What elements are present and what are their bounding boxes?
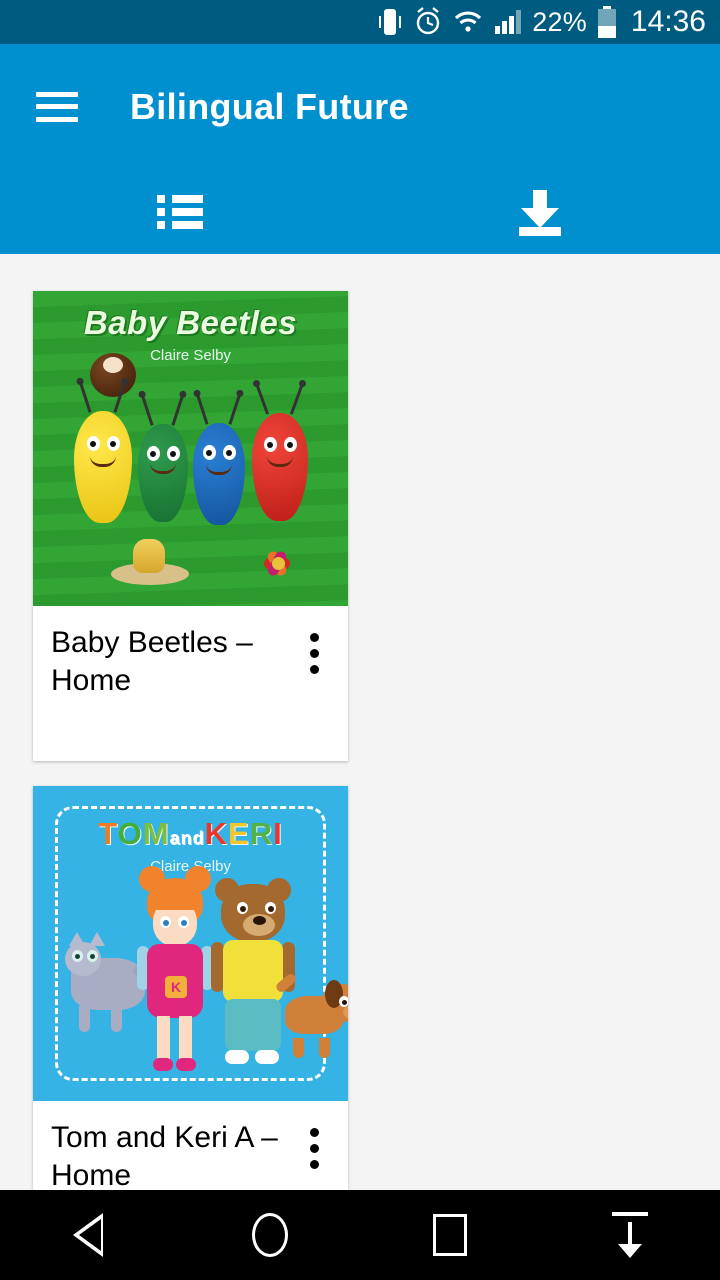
bug-face (103, 357, 123, 373)
cat-character (65, 932, 159, 1032)
recents-button[interactable] (360, 1214, 540, 1256)
beetle-eyes (252, 436, 308, 452)
list-icon-row-2 (157, 207, 203, 216)
tab-bar (0, 169, 720, 262)
home-icon (252, 1213, 288, 1257)
caterpillar-character (133, 539, 165, 573)
status-bar: 22% 14:36 (0, 0, 720, 44)
content-area: Baby Beetles Claire Selby Baby Beetles –… (0, 254, 720, 1190)
list-icon (157, 194, 203, 229)
back-icon (73, 1213, 107, 1257)
battery-icon (597, 6, 616, 38)
app-bar-top-row: Bilingual Future (0, 44, 720, 169)
card-footer: Tom and Keri A – Home (33, 1101, 348, 1190)
status-icons (377, 7, 522, 37)
battery-percent-label: 22% (532, 6, 587, 37)
download-icon (516, 188, 564, 236)
home-button[interactable] (180, 1213, 360, 1257)
beetle-blue (193, 395, 245, 525)
list-icon-row-1 (157, 194, 203, 203)
navigation-bar (0, 1190, 720, 1280)
vibrate-icon (379, 9, 402, 35)
logo-letter-t: T (98, 816, 118, 851)
more-vertical-icon[interactable] (296, 1123, 332, 1173)
logo-letter-m: M (142, 816, 170, 851)
girl-character: K (137, 866, 213, 1078)
card-title: Tom and Keri A – Home (51, 1121, 278, 1190)
cover-baby-beetles: Baby Beetles Claire Selby (33, 291, 348, 606)
clock-label: 14:36 (630, 5, 706, 38)
logo-letter-o: O (117, 816, 143, 851)
phone-screen: 22% 14:36 Bilingual Future Baby Beetles … (0, 0, 720, 1280)
beetle-eyes (138, 445, 188, 461)
beetle-eyes (74, 435, 132, 451)
beetle-red (252, 385, 308, 521)
app-bar: Bilingual Future (0, 44, 720, 262)
signal-icon (495, 10, 522, 34)
cover-tom-and-keri-a: TOMandKERI Claire Selby K (33, 786, 348, 1101)
flower-decoration (248, 541, 306, 585)
logo-letter-i: I (273, 816, 283, 851)
download-arrow-base (519, 226, 561, 236)
cover-author: Claire Selby (150, 347, 231, 364)
beetle-smile (90, 456, 116, 467)
hide-navbar-icon (610, 1212, 650, 1258)
logo-letter-k: K (204, 816, 229, 851)
logo-letter-e: E (228, 816, 250, 851)
back-button[interactable] (0, 1213, 180, 1257)
recents-icon (433, 1214, 467, 1256)
hamburger-menu-icon[interactable] (36, 91, 78, 122)
hamburger-line-3 (36, 116, 78, 122)
beetle-smile (206, 464, 232, 475)
beetle-eyes (193, 445, 245, 461)
logo-letter-r: R (249, 816, 274, 851)
cover-logo: Baby Beetles (83, 304, 298, 341)
hamburger-line-1 (36, 91, 78, 97)
alarm-icon (417, 7, 440, 35)
card-footer: Baby Beetles – Home (33, 606, 348, 761)
list-icon-row-3 (157, 220, 203, 229)
beetle-yellow (74, 383, 132, 523)
beetle-green (138, 396, 188, 522)
beetle-smile (150, 463, 176, 475)
card-title: Baby Beetles – Home (51, 626, 253, 698)
dog-character (274, 972, 348, 1058)
cover-logo: TOMandKERI (33, 816, 348, 852)
tab-library[interactable] (0, 169, 360, 254)
hide-navbar-button[interactable] (540, 1212, 720, 1258)
logo-word-and: and (169, 828, 205, 848)
download-arrow-head (521, 207, 559, 228)
page-title: Bilingual Future (130, 85, 409, 127)
tab-downloads[interactable] (360, 169, 720, 262)
bug-character (90, 353, 136, 397)
card-tom-and-keri-a[interactable]: TOMandKERI Claire Selby K Tom and Keri A… (33, 786, 348, 1190)
beetle-smile (267, 456, 293, 468)
wifi-icon (455, 11, 482, 32)
more-vertical-icon[interactable] (296, 628, 332, 678)
hamburger-line-2 (36, 104, 78, 109)
card-grid: Baby Beetles Claire Selby Baby Beetles –… (0, 254, 720, 1190)
card-baby-beetles[interactable]: Baby Beetles Claire Selby Baby Beetles –… (33, 291, 348, 761)
